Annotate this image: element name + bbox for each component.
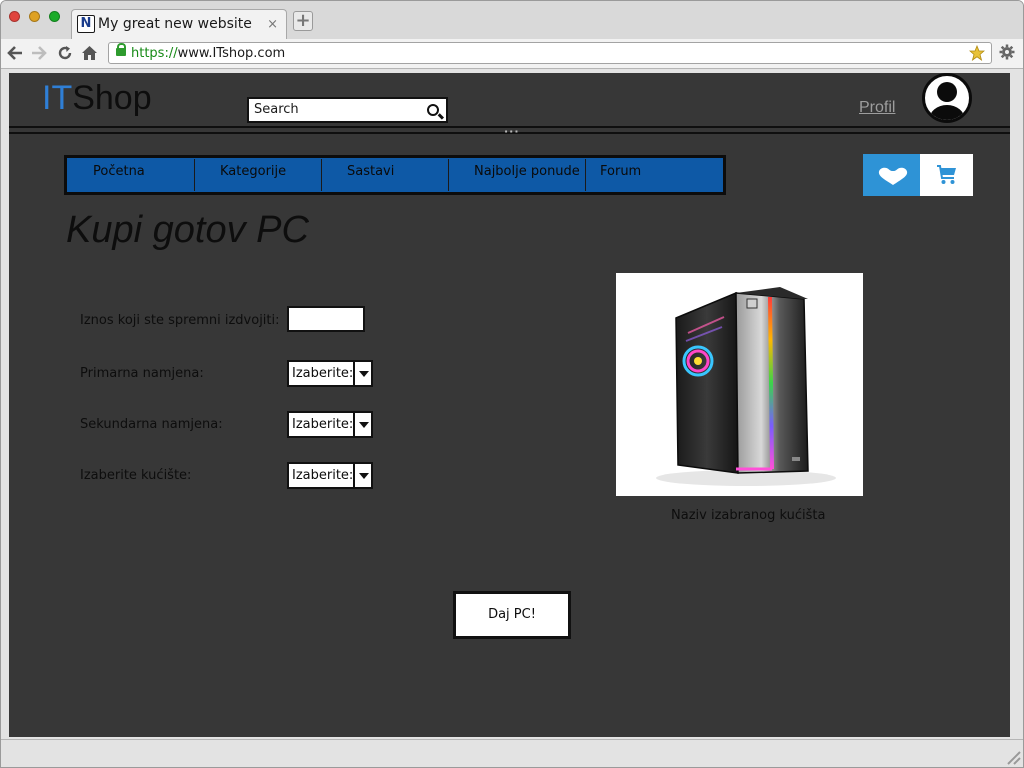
nav-item-kategorije[interactable]: Kategorije — [220, 164, 286, 179]
avatar-icon[interactable] — [922, 73, 972, 123]
page-title: Kupi gotov PC — [66, 209, 309, 251]
secondary-purpose-label: Sekundarna namjena: — [80, 417, 223, 432]
amount-label: Iznos koji ste spremni izdvojiti: — [80, 313, 280, 328]
page-content: ITShop Search Profil ··· Početna Kategor… — [9, 73, 1010, 737]
profil-link[interactable]: Profil — [859, 99, 895, 117]
primary-purpose-label: Primarna namjena: — [80, 366, 204, 381]
lock-icon — [116, 43, 126, 56]
case-caption: Naziv izabranog kućišta — [671, 508, 826, 523]
main-nav: Početna Kategorije Sastavi Najbolje ponu… — [64, 155, 726, 195]
nav-item-sastavi[interactable]: Sastavi — [347, 164, 394, 179]
nav-separator — [321, 159, 322, 191]
tab-bar: N My great new website × + — [1, 1, 1023, 39]
pc-case-image — [616, 273, 863, 496]
nav-item-najbolje-ponude[interactable]: Najbolje ponude — [474, 164, 580, 179]
url-text: https://www.ITshop.com — [131, 46, 286, 61]
secondary-purpose-select[interactable]: Izaberite: — [287, 411, 373, 438]
new-tab-button[interactable]: + — [293, 11, 313, 31]
site-logo[interactable]: ITShop — [42, 79, 152, 118]
primary-purpose-select[interactable]: Izaberite: — [287, 360, 373, 387]
divider-grip: ··· — [504, 125, 520, 138]
case-label: Izaberite kućište: — [80, 468, 192, 483]
tab-close-icon[interactable]: × — [267, 17, 278, 32]
settings-gear-icon[interactable] — [999, 44, 1015, 60]
search-input[interactable]: Search — [247, 97, 448, 123]
window-close-button[interactable] — [9, 11, 20, 22]
bookmark-star-icon[interactable] — [969, 45, 985, 61]
search-icon[interactable] — [427, 104, 439, 116]
window-minimize-button[interactable] — [29, 11, 40, 22]
reload-icon[interactable] — [57, 45, 73, 61]
resize-grip-icon[interactable] — [1005, 749, 1021, 765]
forward-icon[interactable] — [31, 46, 47, 60]
select-value: Izaberite: — [292, 468, 354, 483]
chevron-down-icon[interactable] — [353, 464, 371, 487]
nav-item-pocetna[interactable]: Početna — [93, 164, 145, 179]
cart-icon — [937, 165, 956, 184]
status-bar — [1, 739, 1023, 767]
home-icon[interactable] — [81, 45, 98, 61]
nav-separator — [194, 159, 195, 191]
address-bar: https://www.ITshop.com — [1, 39, 1023, 69]
case-select[interactable]: Izaberite: — [287, 462, 373, 489]
chevron-down-icon[interactable] — [353, 362, 371, 385]
nav-separator — [448, 159, 449, 191]
favorites-button[interactable] — [863, 154, 920, 196]
cart-button[interactable] — [920, 154, 973, 196]
back-icon[interactable] — [7, 46, 23, 60]
daj-pc-button[interactable]: Daj PC! — [453, 591, 571, 639]
browser-tab[interactable]: N My great new website × — [71, 9, 287, 39]
chevron-down-icon[interactable] — [353, 413, 371, 436]
nav-separator — [585, 159, 586, 191]
select-value: Izaberite: — [292, 417, 354, 432]
window-maximize-button[interactable] — [49, 11, 60, 22]
amount-input[interactable] — [287, 306, 365, 332]
nav-item-forum[interactable]: Forum — [600, 164, 641, 179]
heart-icon — [878, 167, 908, 185]
url-field[interactable]: https://www.ITshop.com — [108, 42, 992, 64]
browser-window: N My great new website × + https://www.I… — [0, 0, 1024, 768]
select-value: Izaberite: — [292, 366, 354, 381]
tab-title: My great new website — [98, 16, 252, 32]
favicon-icon: N — [77, 15, 95, 33]
search-placeholder: Search — [254, 102, 299, 117]
